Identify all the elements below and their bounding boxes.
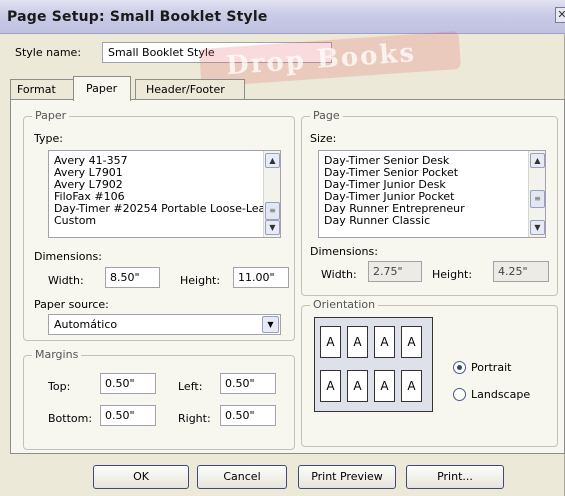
orientation-legend: Orientation [310,298,379,311]
preview-page: A [320,370,341,402]
tab-paper[interactable]: Paper [73,76,131,101]
tab-header-footer[interactable]: Header/Footer [135,79,245,100]
margin-bottom-label: Bottom: [48,412,93,425]
preview-page: A [320,326,341,358]
scroll-thumb[interactable]: ≡ [265,202,280,220]
paper-width-label: Width: [48,274,84,287]
margin-right-label: Right: [178,412,211,425]
preview-page: A [374,370,395,402]
margin-right-field[interactable]: 0.50" [220,405,276,426]
orientation-group: Orientation A A A A A A A A Portrait Lan… [301,298,558,447]
page-size-label: Size: [310,132,337,145]
preview-page: A [347,326,368,358]
preview-page: A [347,370,368,402]
page-dimensions-label: Dimensions: [310,245,378,258]
orientation-preview: A A A A A A A A [314,317,433,412]
title-bar: Page Setup: Small Booklet Style ✕ [0,0,565,34]
tab-panel-paper: Paper Type: Avery 41-357 Avery L7901 Ave… [10,99,565,454]
tab-format[interactable]: Format [10,79,74,100]
portrait-label: Portrait [471,361,512,374]
paper-legend: Paper [32,109,70,122]
print-button[interactable]: Print... [406,465,504,489]
close-icon[interactable]: ✕ [555,7,565,23]
paper-source-select[interactable]: Automático ▼ [48,314,281,335]
paper-height-field[interactable]: 11.00" [233,267,289,288]
margins-legend: Margins [32,348,82,361]
paper-type-list[interactable]: Avery 41-357 Avery L7901 Avery L7902 Fil… [48,150,281,238]
cancel-button[interactable]: Cancel [197,465,287,489]
page-size-list[interactable]: Day-Timer Senior Desk Day-Timer Senior P… [318,150,546,238]
page-size-scrollbar[interactable]: ▲ ≡ ▼ [528,151,545,237]
margin-bottom-field[interactable]: 0.50" [100,405,156,426]
paper-dimensions-label: Dimensions: [34,250,102,263]
margins-group: Margins Top: 0.50" Left: 0.50" Bottom: 0… [23,348,295,450]
scroll-down-icon[interactable]: ▼ [265,220,280,235]
page-width-field: 2.75" [368,261,422,282]
preview-page: A [401,370,422,402]
radio-selected-icon [453,361,466,374]
page-legend: Page [310,109,343,122]
page-group: Page Size: Day-Timer Senior Desk Day-Tim… [301,109,558,296]
chevron-down-icon[interactable]: ▼ [262,316,279,333]
landscape-radio[interactable]: Landscape [453,388,543,402]
page-setup-dialog: Page Setup: Small Booklet Style ✕ Style … [0,0,565,496]
paper-type-label: Type: [34,132,63,145]
portrait-radio[interactable]: Portrait [453,361,543,375]
paper-height-label: Height: [180,274,221,287]
dialog-title: Page Setup: Small Booklet Style [7,9,268,25]
scroll-thumb[interactable]: ≡ [530,190,545,208]
margin-left-label: Left: [178,380,203,393]
margin-left-field[interactable]: 0.50" [220,373,276,394]
paper-source-label: Paper source: [34,298,109,311]
list-item[interactable]: Day Runner Classic [321,215,465,227]
scroll-up-icon[interactable]: ▲ [530,153,545,168]
landscape-label: Landscape [471,388,531,401]
ok-button[interactable]: OK [93,465,189,489]
page-height-label: Height: [432,268,473,281]
preview-page: A [401,326,422,358]
paper-source-value: Automático [54,318,118,331]
style-name-label: Style name: [15,46,82,59]
watermark-text: Drop Books [225,38,417,82]
print-preview-button[interactable]: Print Preview [298,465,396,489]
margin-top-label: Top: [48,380,71,393]
scroll-up-icon[interactable]: ▲ [265,153,280,168]
paper-group: Paper Type: Avery 41-357 Avery L7901 Ave… [23,109,295,341]
page-width-label: Width: [321,268,357,281]
preview-page: A [374,326,395,358]
radio-icon [453,388,466,401]
paper-width-field[interactable]: 8.50" [105,267,160,288]
paper-type-scrollbar[interactable]: ▲ ≡ ▼ [263,151,280,237]
scroll-down-icon[interactable]: ▼ [530,220,545,235]
page-height-field: 4.25" [493,261,549,282]
list-item[interactable]: Custom [51,215,269,227]
margin-top-field[interactable]: 0.50" [100,373,156,394]
